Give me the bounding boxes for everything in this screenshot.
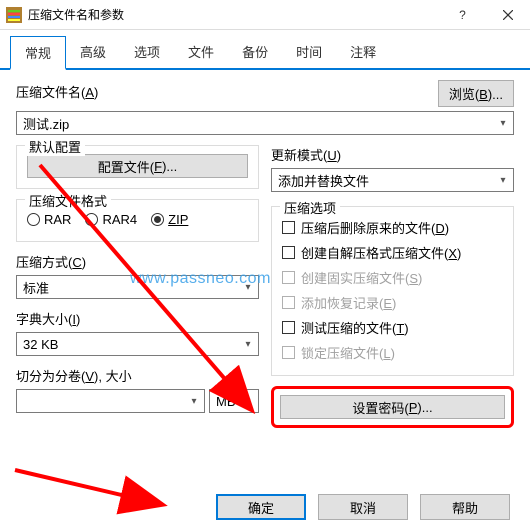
radio-rar[interactable]: RAR: [27, 212, 71, 227]
split-unit-select[interactable]: MB ▾: [209, 389, 259, 413]
update-mode-select[interactable]: 添加并替换文件 ▾: [271, 168, 514, 192]
checkbox-icon: [282, 246, 295, 259]
right-column: 更新模式(U) 添加并替换文件 ▾ 压缩选项 压缩后删除原来的文件(D) 创建自…: [271, 145, 514, 428]
radio-icon: [151, 213, 164, 226]
tab-time[interactable]: 时间: [282, 36, 336, 68]
chevron-down-icon: ▾: [238, 276, 258, 298]
update-mode-label: 更新模式(U): [271, 145, 514, 164]
update-mode-value: 添加并替换文件: [278, 171, 369, 190]
ok-button[interactable]: 确定: [216, 494, 306, 520]
chevron-down-icon: ▾: [184, 390, 204, 412]
checkbox-icon: [282, 321, 295, 334]
opt-solid: 创建固实压缩文件(S): [282, 265, 503, 290]
chevron-down-icon: ▾: [238, 390, 258, 412]
checkbox-icon: [282, 271, 295, 284]
close-button[interactable]: [485, 0, 530, 30]
tab-options[interactable]: 选项: [120, 36, 174, 68]
tab-advanced[interactable]: 高级: [66, 36, 120, 68]
method-value: 标准: [23, 278, 49, 297]
tab-content: 压缩文件名(A) 浏览(B)... 测试.zip ▾ 默认配置 配置文件(F).…: [0, 70, 530, 438]
left-column: 默认配置 配置文件(F)... 压缩文件格式 RAR RAR4: [16, 145, 259, 428]
radio-rar4[interactable]: RAR4: [85, 212, 137, 227]
dict-label: 字典大小(I): [16, 309, 259, 328]
radio-zip[interactable]: ZIP: [151, 212, 188, 227]
split-unit-value: MB: [216, 394, 236, 409]
dict-select[interactable]: 32 KB ▾: [16, 332, 259, 356]
dialog-footer: 确定 取消 帮助: [0, 494, 530, 520]
archive-name-label: 压缩文件名(A): [16, 82, 98, 101]
window-title: 压缩文件名和参数: [28, 6, 440, 23]
help-button[interactable]: ?: [440, 0, 485, 30]
chevron-down-icon: ▾: [493, 169, 513, 191]
title-bar: 压缩文件名和参数 ?: [0, 0, 530, 30]
profile-fieldset: 默认配置 配置文件(F)...: [16, 145, 259, 189]
opt-lock: 锁定压缩文件(L): [282, 340, 503, 365]
options-legend: 压缩选项: [280, 198, 340, 217]
split-label: 切分为分卷(V), 大小: [16, 366, 259, 385]
profile-button[interactable]: 配置文件(F)...: [27, 154, 248, 178]
dict-value: 32 KB: [23, 337, 58, 352]
tab-files[interactable]: 文件: [174, 36, 228, 68]
archive-name-value: 测试.zip: [23, 114, 69, 133]
app-icon: [6, 7, 22, 23]
checkbox-icon: [282, 296, 295, 309]
tab-backup[interactable]: 备份: [228, 36, 282, 68]
cancel-button[interactable]: 取消: [318, 494, 408, 520]
tab-comment[interactable]: 注释: [336, 36, 390, 68]
tab-general[interactable]: 常规: [10, 36, 66, 70]
browse-button[interactable]: 浏览(B)...: [438, 80, 514, 107]
checkbox-icon: [282, 346, 295, 359]
tab-bar: 常规 高级 选项 文件 备份 时间 注释: [0, 30, 530, 70]
opt-test[interactable]: 测试压缩的文件(T): [282, 315, 503, 340]
close-icon: [503, 10, 513, 20]
checkbox-icon: [282, 221, 295, 234]
opt-sfx[interactable]: 创建自解压格式压缩文件(X): [282, 240, 503, 265]
help-button-footer[interactable]: 帮助: [420, 494, 510, 520]
options-fieldset: 压缩选项 压缩后删除原来的文件(D) 创建自解压格式压缩文件(X) 创建固实压缩…: [271, 206, 514, 376]
format-fieldset: 压缩文件格式 RAR RAR4 ZIP: [16, 199, 259, 242]
radio-icon: [27, 213, 40, 226]
method-label: 压缩方式(C): [16, 252, 259, 271]
opt-recovery: 添加恢复记录(E): [282, 290, 503, 315]
opt-delete[interactable]: 压缩后删除原来的文件(D): [282, 215, 503, 240]
method-select[interactable]: 标准 ▾: [16, 275, 259, 299]
set-password-button[interactable]: 设置密码(P)...: [280, 395, 505, 419]
radio-icon: [85, 213, 98, 226]
chevron-down-icon: ▾: [238, 333, 258, 355]
chevron-down-icon: ▾: [493, 112, 513, 134]
profile-legend: 默认配置: [25, 137, 85, 156]
format-legend: 压缩文件格式: [25, 191, 111, 210]
split-size-input[interactable]: ▾: [16, 389, 205, 413]
archive-name-input[interactable]: 测试.zip ▾: [16, 111, 514, 135]
password-highlight: 设置密码(P)...: [271, 386, 514, 428]
